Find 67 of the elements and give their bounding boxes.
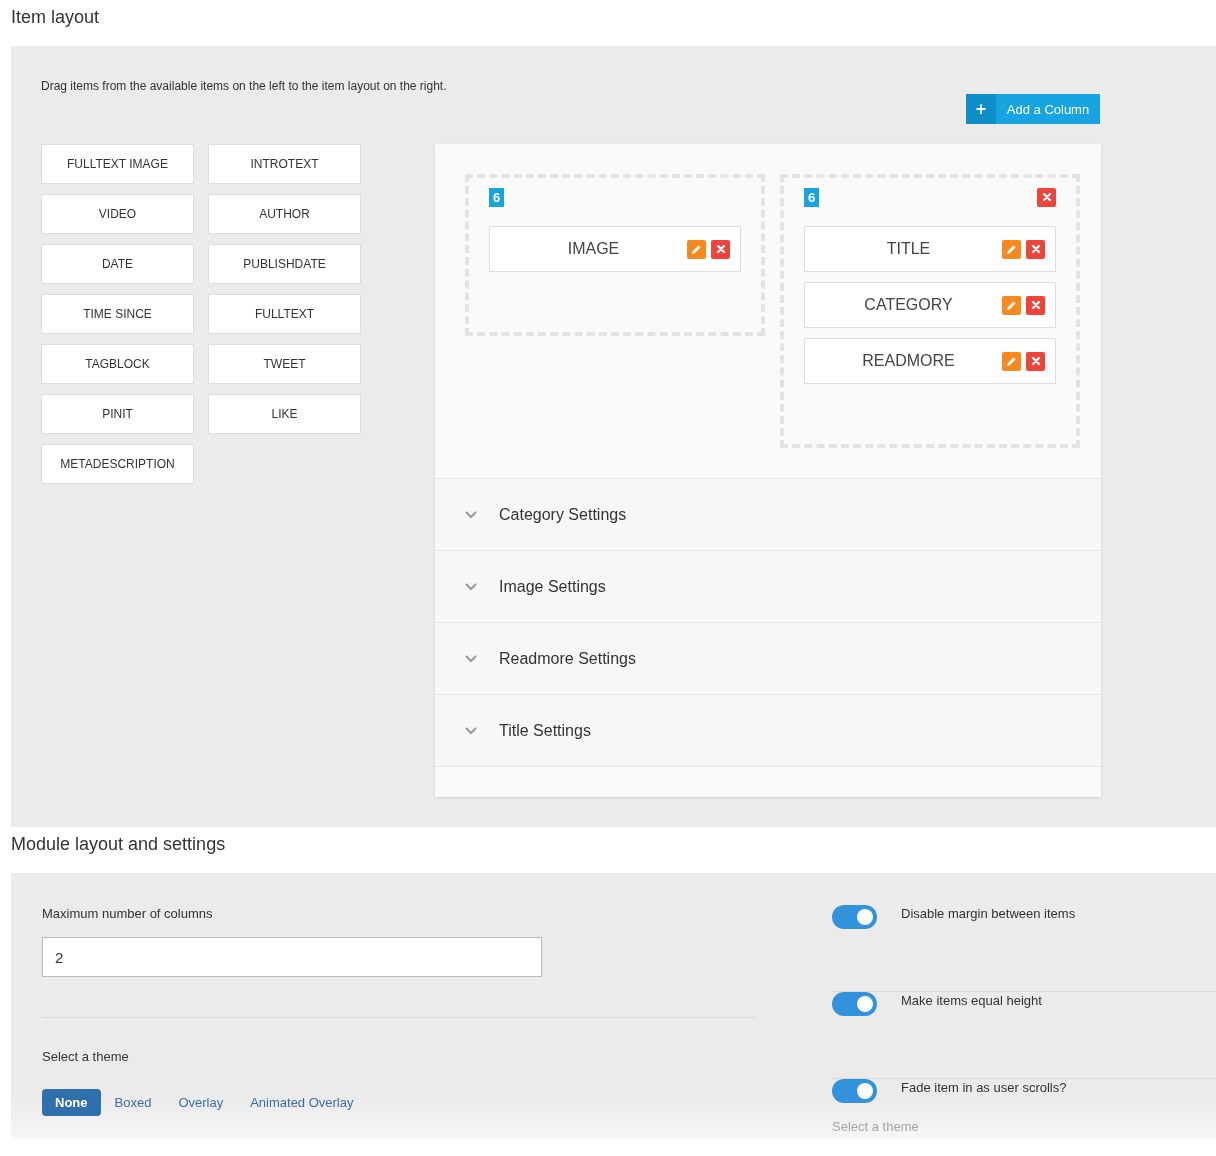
pencil-icon — [691, 243, 702, 255]
accordion-header[interactable]: Image Settings — [435, 550, 1101, 622]
pencil-icon — [1006, 243, 1017, 255]
field-label: Select a theme — [42, 1049, 130, 1064]
accordion-header[interactable]: Title Settings — [435, 694, 1101, 767]
toggle-switch[interactable] — [832, 992, 877, 1016]
layout-item[interactable]: TITLE — [804, 226, 1056, 272]
item-label: TITLE — [885, 240, 932, 258]
draggable-item[interactable]: VIDEO — [41, 194, 194, 234]
remove-button[interactable] — [711, 239, 730, 259]
toggle-label: Make items equal height — [901, 992, 1042, 1008]
layout-item[interactable]: CATEGORY — [804, 282, 1056, 328]
close-icon — [1030, 244, 1041, 254]
close-icon — [715, 244, 726, 254]
field-label: Select a theme — [832, 1119, 920, 1134]
item-label: CATEGORY — [863, 296, 954, 314]
toggle-label: Disable margin between items — [901, 905, 1076, 921]
add-column-button[interactable]: + Add a Column — [966, 94, 1100, 124]
theme-option[interactable]: Overlay — [165, 1089, 237, 1116]
draggable-item[interactable]: PINIT — [41, 394, 194, 434]
column-width-badge: 6 — [804, 187, 820, 207]
draggable-item[interactable]: PUBLISHDATE — [208, 244, 361, 284]
accordion-header[interactable]: Category Settings — [435, 478, 1101, 550]
theme-option[interactable]: None — [42, 1089, 101, 1116]
instructions-text: Drag items from the available items on the left to the item layout on the right. — [41, 78, 447, 95]
chevron-icon — [465, 726, 477, 735]
remove-column-button[interactable] — [1037, 187, 1056, 207]
chevron-icon — [465, 654, 477, 663]
draggable-item[interactable]: TIME SINCE — [41, 294, 194, 334]
draggable-item[interactable]: TAGBLOCK — [41, 344, 194, 384]
close-icon — [1041, 192, 1052, 202]
toggle-switch[interactable] — [832, 905, 877, 929]
draggable-item[interactable]: FULLTEXT IMAGE — [41, 144, 194, 184]
layout-item[interactable]: READMORE — [804, 338, 1056, 384]
theme-option[interactable]: Boxed — [101, 1089, 165, 1116]
close-icon — [1030, 356, 1041, 366]
toggle-switch[interactable] — [832, 1079, 877, 1103]
pencil-icon — [1006, 299, 1017, 311]
close-icon — [1030, 300, 1041, 310]
draggable-item[interactable]: DATE — [41, 244, 194, 284]
item-label: IMAGE — [566, 240, 621, 258]
section-title: Module layout and settings — [10, 833, 227, 856]
item-label: READMORE — [861, 352, 956, 370]
edit-button[interactable] — [687, 239, 706, 259]
draggable-item[interactable]: INTROTEXT — [208, 144, 361, 184]
chevron-icon — [465, 582, 477, 591]
edit-button[interactable] — [1002, 295, 1021, 315]
field-label: Maximum number of columns — [42, 906, 214, 921]
edit-button[interactable] — [1002, 351, 1021, 371]
draggable-item[interactable]: LIKE — [208, 394, 361, 434]
column-width-badge: 6 — [489, 187, 505, 207]
section-title: Item layout — [10, 6, 101, 29]
toggle-label: Fade item in as user scrolls? — [901, 1079, 1067, 1095]
theme-option[interactable]: Animated Overlay — [237, 1089, 367, 1116]
accordion-header[interactable]: Readmore Settings — [435, 622, 1101, 694]
remove-button[interactable] — [1026, 295, 1045, 315]
draggable-item[interactable]: TWEET — [208, 344, 361, 384]
chevron-icon — [465, 510, 477, 519]
draggable-item[interactable]: FULLTEXT — [208, 294, 361, 334]
edit-button[interactable] — [1002, 239, 1021, 259]
input-field[interactable]: 2 — [42, 937, 542, 977]
remove-button[interactable] — [1026, 351, 1045, 371]
draggable-item[interactable]: METADESCRIPTION — [41, 444, 194, 484]
remove-button[interactable] — [1026, 239, 1045, 259]
draggable-item[interactable]: AUTHOR — [208, 194, 361, 234]
pencil-icon — [1006, 355, 1017, 367]
layout-item[interactable]: IMAGE — [489, 226, 741, 272]
